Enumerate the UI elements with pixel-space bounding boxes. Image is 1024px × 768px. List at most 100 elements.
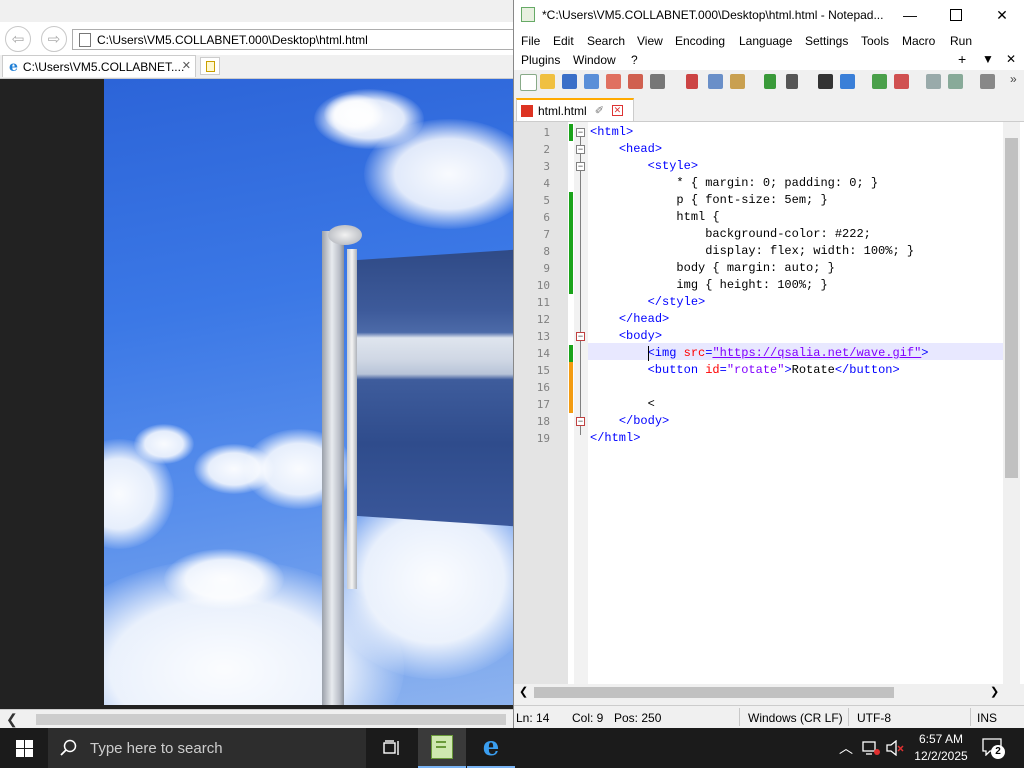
zoom-out-icon[interactable] bbox=[894, 74, 909, 89]
save-icon[interactable] bbox=[562, 74, 577, 89]
menu-search[interactable]: Search bbox=[587, 34, 625, 48]
network-icon[interactable] bbox=[862, 740, 880, 756]
ie-tab-active[interactable]: e C:\Users\VM5.COLLABNET.... ✕ bbox=[2, 55, 196, 77]
menu-window[interactable]: Window bbox=[573, 53, 616, 67]
code-line[interactable]: </body> bbox=[590, 413, 669, 430]
menu-encoding[interactable]: Encoding bbox=[675, 34, 725, 48]
zoom-in-icon[interactable] bbox=[872, 74, 887, 89]
menu-macro[interactable]: Macro bbox=[902, 34, 935, 48]
code-line[interactable]: </style> bbox=[590, 294, 706, 311]
code-line[interactable]: <img src="https://qsalia.net/wave.gif"> bbox=[590, 345, 929, 362]
scroll-right-icon[interactable]: ❯ bbox=[990, 685, 999, 698]
cut-icon[interactable] bbox=[686, 74, 698, 89]
fold-toggle-icon[interactable]: − bbox=[576, 417, 585, 426]
npp-vertical-scrollbar[interactable] bbox=[1003, 122, 1020, 684]
save-all-icon[interactable] bbox=[584, 74, 599, 89]
close-all-icon[interactable] bbox=[628, 74, 643, 89]
code-line[interactable]: <style> bbox=[590, 158, 698, 175]
word-wrap-icon[interactable] bbox=[980, 74, 995, 89]
code-line[interactable]: img { height: 100%; } bbox=[590, 277, 827, 294]
maximize-button[interactable] bbox=[933, 3, 979, 27]
flagpole bbox=[322, 231, 344, 705]
pin-icon[interactable]: ✐ bbox=[595, 104, 604, 117]
start-button[interactable] bbox=[0, 728, 48, 768]
menu-plugins[interactable]: Plugins bbox=[521, 53, 560, 67]
scroll-thumb[interactable] bbox=[534, 687, 894, 698]
code-line[interactable]: background-color: #222; bbox=[590, 226, 871, 243]
fold-toggle-icon[interactable]: − bbox=[576, 128, 585, 137]
scroll-thumb[interactable] bbox=[36, 714, 506, 725]
menu-language[interactable]: Language bbox=[739, 34, 792, 48]
fold-toggle-icon[interactable]: − bbox=[576, 332, 585, 341]
forward-button[interactable]: ⇨ bbox=[41, 26, 67, 52]
back-button[interactable]: ⇦ bbox=[5, 26, 31, 52]
close-doc-icon[interactable]: ✕ bbox=[1006, 52, 1016, 66]
notifications-button[interactable]: 2 bbox=[982, 738, 1005, 759]
sync-vertical-icon[interactable] bbox=[926, 74, 941, 89]
volume-muted-icon[interactable] bbox=[886, 740, 904, 756]
taskbar-internet-explorer[interactable]: e bbox=[467, 728, 515, 768]
code-line[interactable]: body { margin: auto; } bbox=[590, 260, 834, 277]
code-editor[interactable]: 1 2 3 4 5 6 7 8 9 10 11 12 13 14 15 16 17 18 19 − − − − − <htm… bbox=[514, 122, 1024, 684]
code-line[interactable]: </head> bbox=[590, 311, 669, 328]
scroll-left-icon[interactable]: ❮ bbox=[519, 685, 528, 698]
address-bar[interactable]: C:\Users\VM5.COLLABNET.000\Desktop\html.… bbox=[72, 29, 514, 50]
code-token: > bbox=[784, 363, 792, 377]
scroll-left-icon[interactable]: ❮ bbox=[6, 711, 18, 728]
taskbar-search-box[interactable]: Type here to search bbox=[48, 728, 366, 768]
copy-icon[interactable] bbox=[708, 74, 723, 89]
menu-settings[interactable]: Settings bbox=[805, 34, 848, 48]
undo-icon[interactable] bbox=[764, 74, 776, 89]
new-tab-button[interactable] bbox=[200, 57, 220, 75]
menu-edit[interactable]: Edit bbox=[553, 34, 574, 48]
ie-horizontal-scrollbar[interactable]: ❮ bbox=[0, 709, 514, 729]
minimize-button[interactable]: — bbox=[887, 3, 933, 27]
paste-icon[interactable] bbox=[730, 74, 745, 89]
menu-tools[interactable]: Tools bbox=[861, 34, 889, 48]
code-area[interactable]: <html> <head> <style> * { margin: 0; pad… bbox=[588, 122, 1003, 684]
status-encoding[interactable]: UTF-8 bbox=[857, 711, 891, 725]
flag bbox=[356, 249, 514, 527]
replace-icon[interactable] bbox=[840, 74, 855, 89]
code-line[interactable]: <head> bbox=[590, 141, 662, 158]
fold-toggle-icon[interactable]: − bbox=[576, 162, 585, 171]
code-line[interactable]: * { margin: 0; padding: 0; } bbox=[590, 175, 878, 192]
print-icon[interactable] bbox=[650, 74, 665, 89]
open-file-icon[interactable] bbox=[540, 74, 555, 89]
fold-toggle-icon[interactable]: − bbox=[576, 145, 585, 154]
task-view-button[interactable] bbox=[368, 728, 416, 768]
npp-horizontal-scrollbar[interactable]: ❮ ❯ bbox=[514, 684, 1020, 701]
code-line[interactable]: display: flex; width: 100%; } bbox=[590, 243, 914, 260]
taskbar-notepadpp[interactable] bbox=[418, 728, 466, 768]
clock[interactable]: 6:57 AM 12/2/2025 bbox=[908, 731, 974, 765]
menu-help[interactable]: ? bbox=[631, 53, 638, 67]
code-line[interactable]: <button id="rotate">Rotate</button> bbox=[590, 362, 900, 379]
code-line[interactable]: <body> bbox=[590, 328, 662, 345]
close-button[interactable]: ✕ bbox=[979, 3, 1024, 27]
close-tab-icon[interactable]: ✕ bbox=[611, 105, 623, 116]
scroll-thumb[interactable] bbox=[1005, 138, 1018, 478]
line-number: 17 bbox=[536, 398, 550, 411]
menu-run[interactable]: Run bbox=[950, 34, 972, 48]
menu-view[interactable]: View bbox=[637, 34, 663, 48]
find-icon[interactable] bbox=[818, 74, 833, 89]
code-line[interactable]: html { bbox=[590, 209, 719, 226]
status-eol[interactable]: Windows (CR LF) bbox=[748, 711, 843, 725]
close-tab-icon[interactable]: ✕ bbox=[182, 59, 191, 72]
toolbar-overflow-icon[interactable]: » bbox=[1010, 72, 1017, 86]
status-insert-mode[interactable]: INS bbox=[977, 711, 997, 725]
new-file-icon[interactable] bbox=[520, 74, 537, 91]
code-line[interactable]: <html> bbox=[590, 124, 633, 141]
menu-file[interactable]: File bbox=[521, 34, 540, 48]
new-doc-plus-icon[interactable]: + bbox=[958, 51, 966, 67]
sync-horizontal-icon[interactable] bbox=[948, 74, 963, 89]
doc-list-dropdown-icon[interactable]: ▼ bbox=[982, 52, 994, 66]
code-line[interactable]: </html> bbox=[590, 430, 640, 447]
code-line[interactable]: p { font-size: 5em; } bbox=[590, 192, 827, 209]
close-file-icon[interactable] bbox=[606, 74, 621, 89]
show-hidden-icons-icon[interactable]: ︿ bbox=[839, 738, 853, 758]
redo-icon[interactable] bbox=[786, 74, 798, 89]
npp-tab-html[interactable]: html.html ✐ ✕ bbox=[516, 98, 634, 121]
code-line[interactable]: < bbox=[590, 396, 655, 413]
